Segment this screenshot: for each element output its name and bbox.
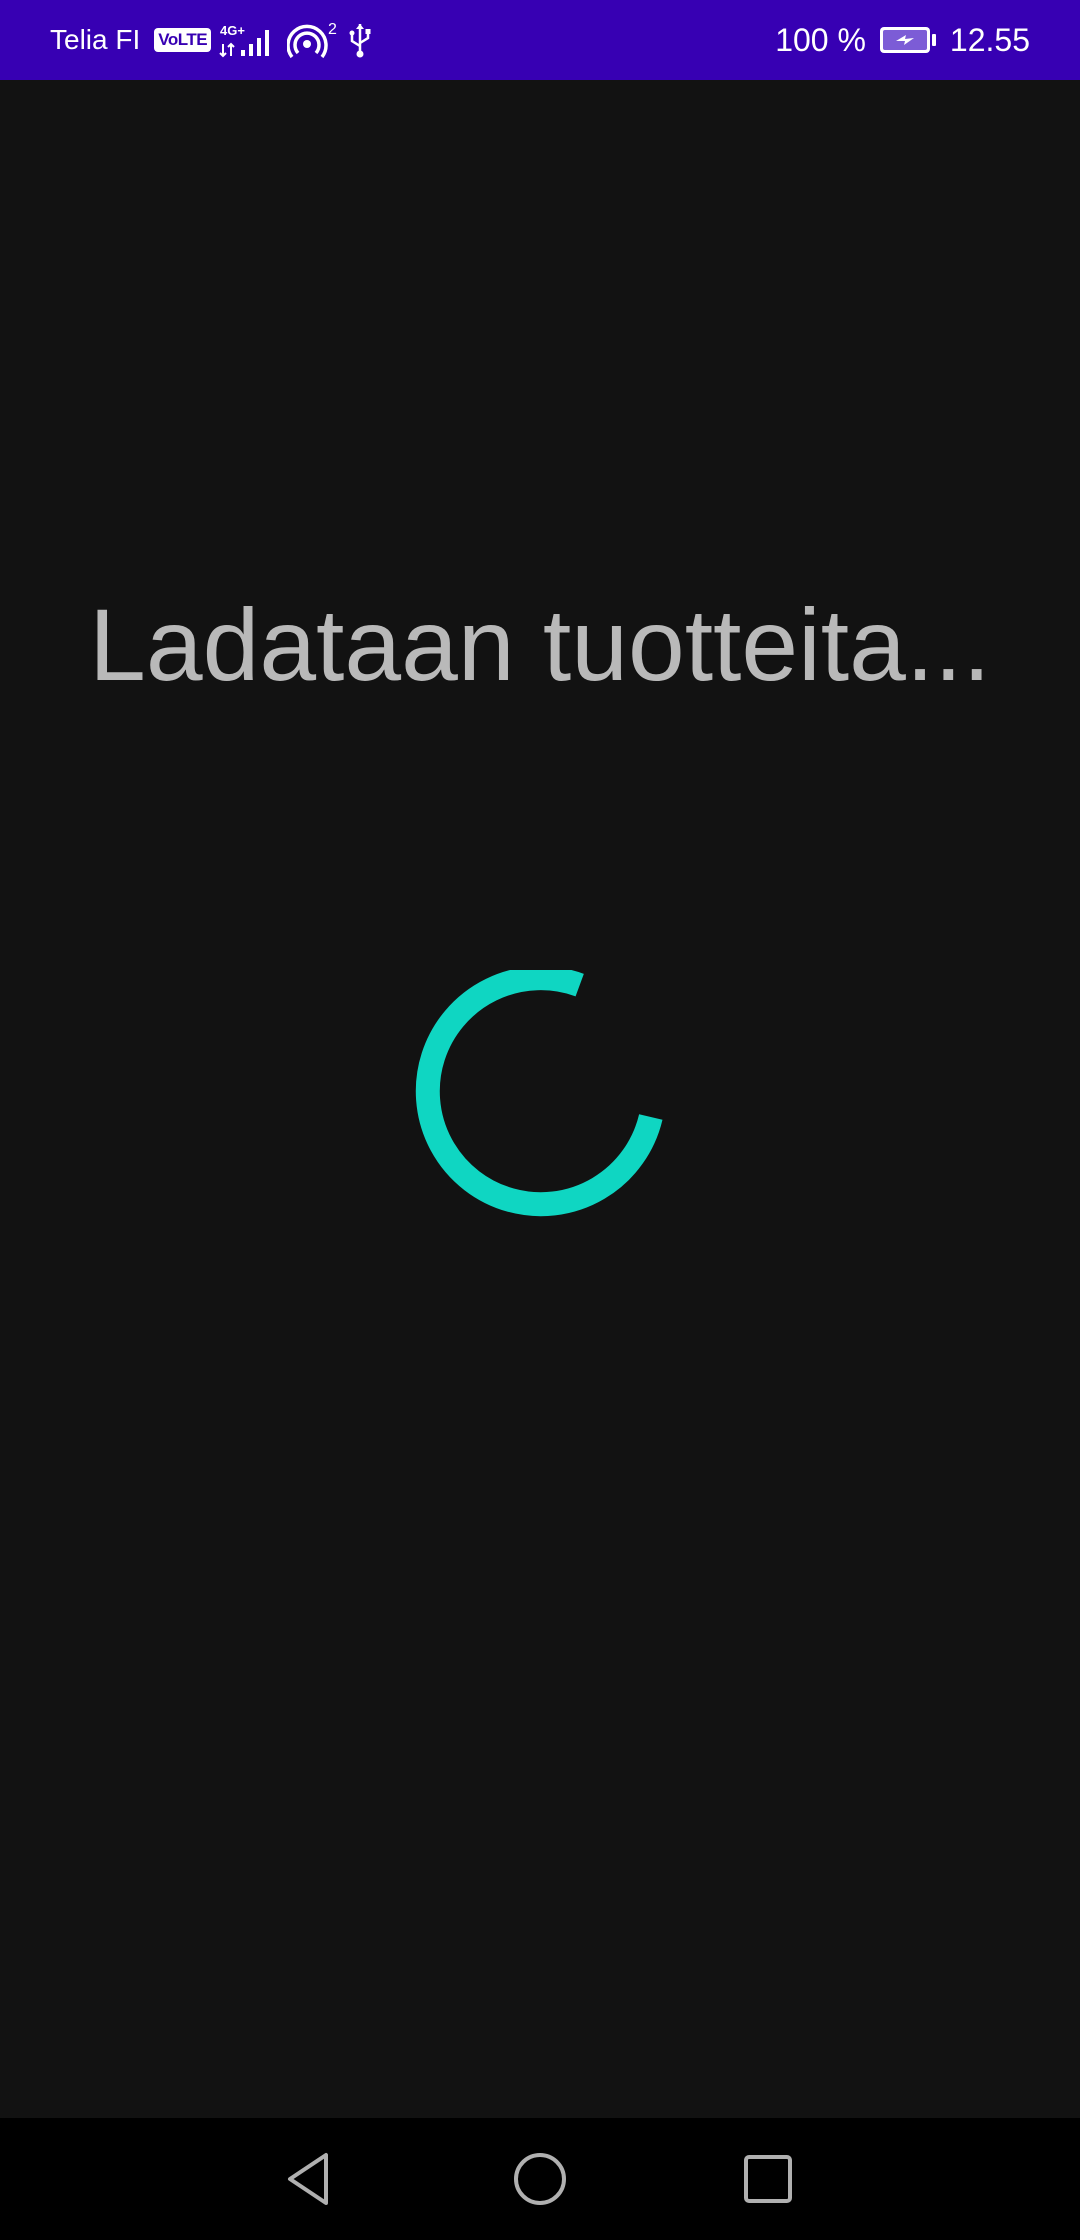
recents-button[interactable] [738, 2149, 798, 2209]
status-right: 100 % 12.55 [775, 0, 1030, 80]
carrier-name: Telia FI [50, 24, 141, 55]
recents-icon [744, 2155, 792, 2203]
loading-text: Ladataan tuotteita... [89, 588, 991, 702]
back-icon [288, 2153, 328, 2205]
loading-spinner [410, 966, 670, 1230]
back-button[interactable] [280, 2149, 340, 2209]
app-screen: Telia FI VoLTE 4G+ 2 100 % 12.55 Ladataa… [0, 0, 1080, 2240]
home-button[interactable] [510, 2149, 570, 2209]
hotspot-icon: 2 [287, 20, 339, 60]
spinner-arc [415, 966, 663, 1217]
volte-icon: VoLTE [154, 28, 212, 52]
home-icon [514, 2153, 566, 2205]
status-bar: Telia FI VoLTE 4G+ 2 100 % 12.55 [0, 0, 1080, 80]
battery-percent: 100 % [775, 21, 866, 58]
navigation-bar [0, 2118, 1080, 2240]
hotspot-count: 2 [328, 21, 337, 38]
network-type-label: 4G+ [220, 23, 245, 38]
usb-icon [347, 22, 373, 58]
signal-icon: 4G+ [219, 22, 279, 58]
clock-time: 12.55 [949, 21, 1030, 58]
battery-charging-icon [878, 25, 938, 55]
status-left: Telia FI VoLTE 4G+ 2 [50, 0, 373, 80]
